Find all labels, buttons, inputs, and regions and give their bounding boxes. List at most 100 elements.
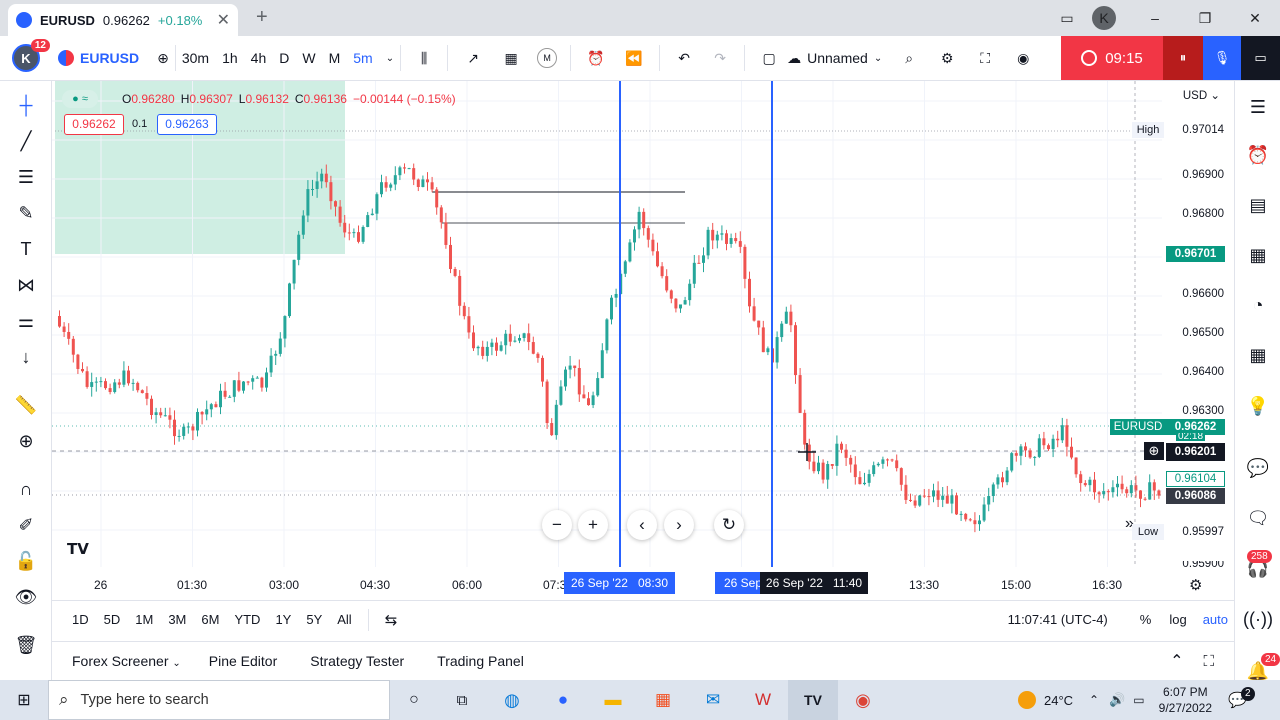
notification-center-icon[interactable]: 💬 2 (1228, 687, 1255, 709)
weather-app-icon[interactable]: ● (538, 690, 588, 710)
chart-canvas[interactable] (52, 81, 1162, 567)
lock-icon[interactable]: 🔓 (14, 549, 38, 573)
arrow-down-icon[interactable]: ↓ (14, 345, 38, 369)
tab-trading-panel[interactable]: Trading Panel (437, 653, 524, 669)
interval-30m[interactable]: 30m (182, 50, 209, 66)
replay-icon[interactable]: ⏪ (615, 36, 653, 81)
minimize-button[interactable]: – (1130, 10, 1180, 26)
candles-icon[interactable]: ⫼ (407, 36, 441, 81)
zoom-out-button[interactable]: − (542, 510, 572, 540)
symbol-search-button[interactable]: EURUSD (58, 36, 139, 81)
axis-settings-gear-icon[interactable]: ⚙ (1189, 576, 1202, 594)
range-1d[interactable]: 1D (72, 612, 89, 627)
clock[interactable]: 11:07:41 (UTC-4) (1008, 612, 1108, 627)
file-explorer-icon[interactable]: ▬ (588, 690, 638, 710)
sell-button[interactable]: 0.96262 (64, 114, 124, 135)
range-all[interactable]: All (337, 612, 351, 627)
chevron-down-icon[interactable]: ⌄ (386, 53, 394, 64)
trendline-icon[interactable]: ╱ (14, 129, 38, 153)
magnet-icon[interactable]: ∩ (14, 477, 38, 501)
store-icon[interactable]: ▦ (638, 690, 688, 710)
chat-icon[interactable]: 💬 (1246, 456, 1270, 480)
interval-w[interactable]: W (302, 50, 315, 66)
text-icon[interactable]: T (14, 237, 38, 261)
messages-icon[interactable]: 🗨 (1246, 506, 1270, 530)
maximize-panel-icon[interactable]: ⛶ (1203, 653, 1214, 670)
search-icon[interactable]: ⌕ (890, 36, 928, 81)
add-alert-icon[interactable]: ⊕ (1144, 442, 1164, 460)
visibility-toggle-icon[interactable]: ● ≈ (62, 90, 98, 108)
interval-m[interactable]: M (329, 50, 341, 66)
goto-date-icon[interactable]: ⇆ (385, 611, 398, 629)
pause-icon[interactable]: ⏸ (1163, 36, 1203, 80)
clock-area[interactable]: 6:07 PM 9/27/2022 (1159, 684, 1212, 716)
compare-icon[interactable]: ⊕ (157, 36, 169, 81)
close-tab-icon[interactable]: ✕ (217, 10, 230, 30)
edge-icon[interactable]: ◍ (486, 690, 538, 711)
eye-icon[interactable]: 👁 (14, 585, 38, 609)
script-icon[interactable]: M (530, 36, 564, 81)
timer-icon[interactable]: ◔ (1246, 293, 1270, 317)
fib-icon[interactable]: ☰ (14, 165, 38, 189)
interval-4h[interactable]: 4h (251, 50, 267, 66)
mail-icon[interactable]: ✉ (688, 690, 738, 710)
fullscreen-icon[interactable]: ⛶ (966, 36, 1004, 81)
broadcast-icon[interactable]: ((·)) (1243, 607, 1273, 631)
currency-selector[interactable]: USD ⌄ (1183, 88, 1220, 102)
collapse-panel-icon[interactable]: ⌃ (1170, 651, 1183, 671)
prediction-icon[interactable]: ⚌ (14, 309, 38, 333)
interval-d[interactable]: D (279, 50, 289, 66)
temperature[interactable]: 24°C (1044, 693, 1073, 708)
scroll-right-button[interactable]: › (664, 510, 694, 540)
interval-5m[interactable]: 5m (353, 50, 372, 66)
network-icon[interactable]: ▭ (1133, 693, 1144, 707)
ideas-bulb-icon[interactable]: 💡 (1246, 394, 1270, 418)
lock-drawing-icon[interactable]: ✐ (14, 513, 38, 537)
settings-gear-icon[interactable]: ⚙ (928, 36, 966, 81)
calendar-icon[interactable]: ▦ (1246, 343, 1270, 367)
pattern-icon[interactable]: ⋈ (14, 273, 38, 297)
zoom-icon[interactable]: ⊕ (14, 429, 38, 453)
percent-toggle[interactable]: % (1140, 612, 1152, 627)
alarm-clock-icon[interactable]: ⏰ (1246, 143, 1270, 167)
trash-icon[interactable]: 🗑 (14, 633, 38, 657)
price-axis[interactable]: USD ⌄ High 0.97014 0.96900 0.96800 0.967… (1110, 81, 1234, 578)
undo-icon[interactable]: ↶ (666, 36, 702, 81)
zoom-in-button[interactable]: + (578, 510, 608, 540)
browser-tab[interactable]: EURUSD 0.96262 +0.18% ✕ (8, 4, 238, 36)
office-icon[interactable]: W (738, 690, 788, 710)
windows-start-icon[interactable]: ⊞ (0, 690, 48, 710)
taskbar-search-box[interactable]: ⌕ Type here to search (48, 680, 390, 720)
alert-icon[interactable]: ⏰ (577, 36, 615, 81)
range-5d[interactable]: 5D (104, 612, 121, 627)
tray-chevron-icon[interactable]: ⌃ (1089, 693, 1099, 707)
crosshair-icon[interactable]: ┼ (14, 93, 38, 117)
tab-forex-screener[interactable]: Forex Screener ⌄ (72, 653, 181, 669)
record-button[interactable]: 09:15 (1061, 36, 1163, 80)
chrome-icon[interactable]: ◉ (838, 690, 888, 711)
brush-icon[interactable]: ✎ (14, 201, 38, 225)
close-window-button[interactable]: ✕ (1230, 10, 1280, 27)
range-3m[interactable]: 3M (168, 612, 186, 627)
indicators-icon[interactable]: ↗ (454, 36, 492, 81)
tab-pine-editor[interactable]: Pine Editor (209, 653, 277, 669)
user-avatar[interactable]: K 12 (12, 39, 50, 72)
range-ytd[interactable]: YTD (234, 612, 260, 627)
tab-strategy-tester[interactable]: Strategy Tester (310, 653, 404, 669)
volume-icon[interactable]: 🔊 (1109, 692, 1125, 708)
templates-icon[interactable]: ▦ (492, 36, 530, 81)
interval-1h[interactable]: 1h (222, 50, 238, 66)
extensions-icon[interactable]: ▭ (1042, 10, 1092, 27)
layout-name-button[interactable]: ☁ Unnamed ⌄ (787, 36, 882, 81)
range-1y[interactable]: 1Y (275, 612, 291, 627)
news-icon[interactable]: ▦ (1246, 243, 1270, 267)
range-6m[interactable]: 6M (201, 612, 219, 627)
camera-icon[interactable]: ◉ (1004, 36, 1042, 81)
data-window-icon[interactable]: ▤ (1246, 193, 1270, 217)
layout-icon[interactable]: ▢ (751, 36, 787, 81)
new-tab-icon[interactable]: + (256, 6, 268, 29)
maximize-button[interactable]: ❐ (1180, 10, 1230, 27)
webcam-icon[interactable]: ▭ (1241, 36, 1280, 80)
log-toggle[interactable]: log (1169, 612, 1186, 627)
range-1m[interactable]: 1M (135, 612, 153, 627)
